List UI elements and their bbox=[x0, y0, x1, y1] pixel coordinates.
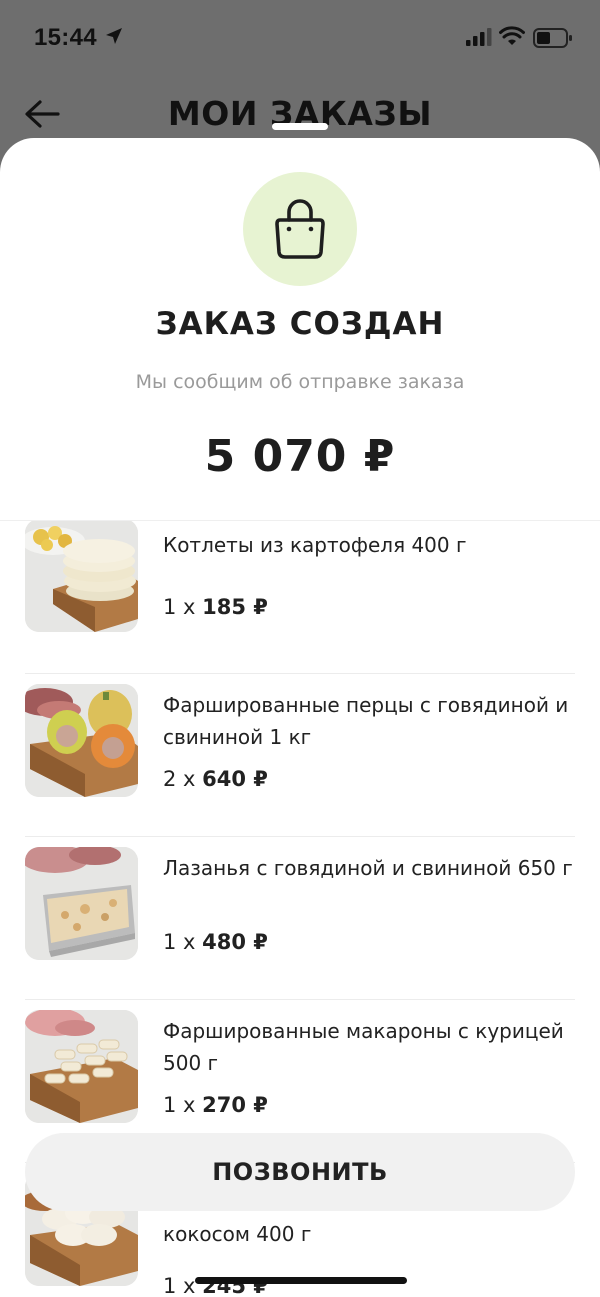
item-name: Фаршированные макароны с курицей 500 г bbox=[163, 1019, 564, 1075]
product-image bbox=[25, 847, 138, 960]
item-name: Котлеты из картофеля 400 г bbox=[163, 533, 467, 557]
item-quantity: 1 x bbox=[163, 1274, 196, 1297]
order-created-sheet: ЗАКАЗ СОЗДАН Мы сообщим об отправке зака… bbox=[0, 138, 600, 1297]
shopping-bag-icon bbox=[275, 199, 325, 259]
call-button[interactable]: ПОЗВОНИТЬ bbox=[25, 1133, 575, 1211]
item-name: кокосом 400 г bbox=[163, 1222, 312, 1246]
product-image bbox=[25, 684, 138, 797]
item-price: 1 x 270 ₽ bbox=[163, 1093, 268, 1117]
list-item[interactable]: Фаршированные перцы с говядиной и свинин… bbox=[0, 674, 600, 837]
order-total: 5 070 ₽ bbox=[204, 431, 396, 482]
status-bar: 15:44 bbox=[0, 0, 600, 76]
status-time: 15:44 bbox=[34, 24, 97, 51]
item-name: Лазанья с говядиной и свининой 650 г bbox=[163, 856, 573, 880]
sheet-subtitle: Мы сообщим об отправке заказа bbox=[135, 371, 465, 393]
item-amount: 185 ₽ bbox=[202, 595, 268, 619]
item-quantity: 1 x bbox=[163, 595, 196, 619]
item-price: 2 x 640 ₽ bbox=[163, 767, 268, 791]
order-icon-badge bbox=[243, 172, 357, 286]
item-quantity: 1 x bbox=[163, 930, 196, 954]
item-quantity: 1 x bbox=[163, 1093, 196, 1117]
item-amount: 480 ₽ bbox=[202, 930, 268, 954]
battery-icon bbox=[533, 28, 572, 48]
item-quantity: 2 x bbox=[163, 767, 196, 791]
location-arrow-icon bbox=[106, 28, 122, 44]
wifi-icon bbox=[499, 26, 525, 45]
item-price: 1 x 185 ₽ bbox=[163, 595, 268, 619]
cellular-signal-icon bbox=[466, 28, 492, 46]
product-image bbox=[25, 521, 138, 632]
item-amount: 640 ₽ bbox=[202, 767, 268, 791]
product-image bbox=[25, 1010, 138, 1123]
home-indicator[interactable] bbox=[195, 1277, 407, 1284]
list-item[interactable]: Лазанья с говядиной и свининой 650 г 1 x… bbox=[0, 837, 600, 1000]
list-item[interactable]: Котлеты из картофеля 400 г 1 x 185 ₽ bbox=[0, 521, 600, 674]
item-name: Фаршированные перцы с говядиной и свинин… bbox=[163, 693, 569, 749]
item-amount: 270 ₽ bbox=[202, 1093, 268, 1117]
sheet-grabber[interactable] bbox=[272, 123, 328, 130]
item-price: 1 x 480 ₽ bbox=[163, 930, 268, 954]
sheet-title: ЗАКАЗ СОЗДАН bbox=[155, 306, 445, 342]
